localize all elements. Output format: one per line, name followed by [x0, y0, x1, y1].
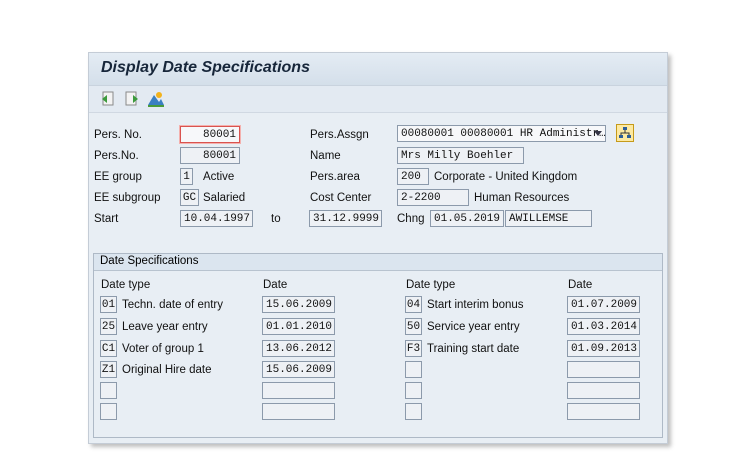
chng-label: Chng — [397, 213, 425, 225]
chng-date-field: 01.05.2019 — [430, 210, 504, 227]
date-type-code: 04 — [405, 296, 422, 313]
name-label: Name — [310, 150, 341, 162]
pers-area-label: Pers.area — [310, 171, 360, 183]
date-type-code — [405, 361, 422, 378]
date-field: 15.06.2009 — [262, 296, 335, 313]
pers-assgn-select[interactable]: 00080001 00080001 HR Administr… — [397, 125, 606, 142]
sap-window: Display Date Specifications Pers. No. 80… — [88, 52, 668, 444]
ee-group-code: 1 — [180, 168, 193, 185]
date-type-text: Leave year entry — [122, 321, 208, 333]
to-label: to — [271, 213, 281, 225]
ee-subgroup-code: GC — [180, 189, 199, 206]
pers-area-code: 200 — [397, 168, 429, 185]
date-type-text: Training start date — [427, 343, 520, 355]
date-field — [567, 403, 640, 420]
date-field — [567, 361, 640, 378]
date-type-code: F3 — [405, 340, 422, 357]
date-field: 01.01.2010 — [262, 318, 335, 335]
date-type-code — [100, 403, 117, 420]
pers-assgn-label: Pers.Assgn — [310, 129, 369, 141]
cost-center-label: Cost Center — [310, 192, 372, 204]
group-title: Date Specifications — [100, 255, 199, 267]
previous-record-icon[interactable] — [99, 90, 117, 108]
ee-subgroup-label: EE subgroup — [94, 192, 161, 204]
ee-group-label: EE group — [94, 171, 142, 183]
pers-no2-label: Pers.No. — [94, 150, 139, 162]
pers-no-label: Pers. No. — [94, 129, 142, 141]
date-type-code: 50 — [405, 318, 422, 335]
date-type-code: C1 — [100, 340, 117, 357]
group-header: Date Specifications — [94, 254, 662, 271]
date-field — [262, 382, 335, 399]
date-type-text: Service year entry — [427, 321, 520, 333]
date-type-code: Z1 — [100, 361, 117, 378]
end-date-field: 31.12.9999 — [309, 210, 382, 227]
cost-center-text: Human Resources — [474, 192, 570, 204]
ee-subgroup-text: Salaried — [203, 192, 246, 204]
start-label: Start — [94, 213, 119, 225]
date-field: 01.03.2014 — [567, 318, 640, 335]
date-type-text: Original Hire date — [122, 364, 212, 376]
date-type-code: 25 — [100, 318, 117, 335]
pers-assgn-value: 00080001 00080001 HR Administr… — [401, 128, 606, 140]
right-col-date-header: Date — [568, 279, 593, 291]
date-type-code — [405, 382, 422, 399]
date-type-code — [100, 382, 117, 399]
date-type-code: 01 — [100, 296, 117, 313]
ee-group-text: Active — [203, 171, 235, 183]
chevron-down-icon[interactable] — [592, 127, 604, 140]
pers-area-text: Corporate - United Kingdom — [434, 171, 578, 183]
next-record-icon[interactable] — [123, 90, 141, 108]
date-type-text: Voter of group 1 — [122, 343, 204, 355]
title-bar: Display Date Specifications — [89, 53, 667, 86]
org-structure-icon — [619, 127, 631, 138]
left-col-date-header: Date — [263, 279, 288, 291]
date-type-code — [405, 403, 422, 420]
date-field — [262, 403, 335, 420]
date-field: 13.06.2012 — [262, 340, 335, 357]
date-field: 15.06.2009 — [262, 361, 335, 378]
chng-user-field: AWILLEMSE — [505, 210, 592, 227]
pers-no-input[interactable]: 80001 — [180, 126, 240, 143]
toolbar — [89, 86, 667, 113]
right-col-date-type-header: Date type — [406, 279, 456, 291]
pers-no2-field: 80001 — [180, 147, 240, 164]
start-date-field: 10.04.1997 — [180, 210, 253, 227]
date-field: 01.09.2013 — [567, 340, 640, 357]
overview-icon[interactable] — [147, 90, 165, 108]
cost-center-code: 2-2200 — [397, 189, 469, 206]
left-col-date-type-header: Date type — [101, 279, 151, 291]
org-structure-button[interactable] — [616, 124, 634, 142]
page-title: Display Date Specifications — [101, 59, 310, 76]
date-field — [567, 382, 640, 399]
date-field: 01.07.2009 — [567, 296, 640, 313]
date-type-text: Start interim bonus — [427, 299, 524, 311]
date-specifications-group: Date Specifications Date type Date Date … — [93, 253, 663, 438]
date-type-text: Techn. date of entry — [122, 299, 224, 311]
content-area: Pers. No. 80001 Pers.Assgn 00080001 0008… — [89, 113, 667, 443]
name-field: Mrs Milly Boehler — [397, 147, 524, 164]
